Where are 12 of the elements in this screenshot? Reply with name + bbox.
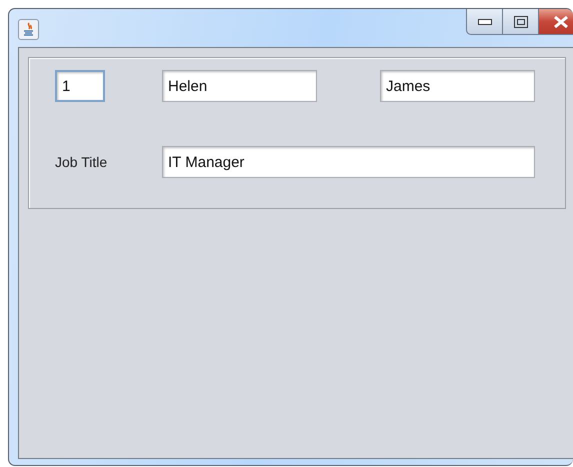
text-field[interactable]: 1 — [55, 70, 105, 102]
text-field[interactable]: James — [380, 70, 535, 102]
maximize-icon — [514, 16, 528, 28]
close-button[interactable] — [539, 9, 573, 35]
field-label: Job Title — [55, 154, 108, 170]
app-icon — [18, 19, 39, 40]
minimize-icon — [478, 18, 492, 24]
maximize-button[interactable] — [503, 9, 539, 35]
text-field[interactable]: Helen — [162, 70, 317, 102]
close-icon — [552, 16, 568, 28]
text-field[interactable]: IT Manager — [162, 146, 535, 178]
minimize-button[interactable] — [466, 9, 503, 35]
